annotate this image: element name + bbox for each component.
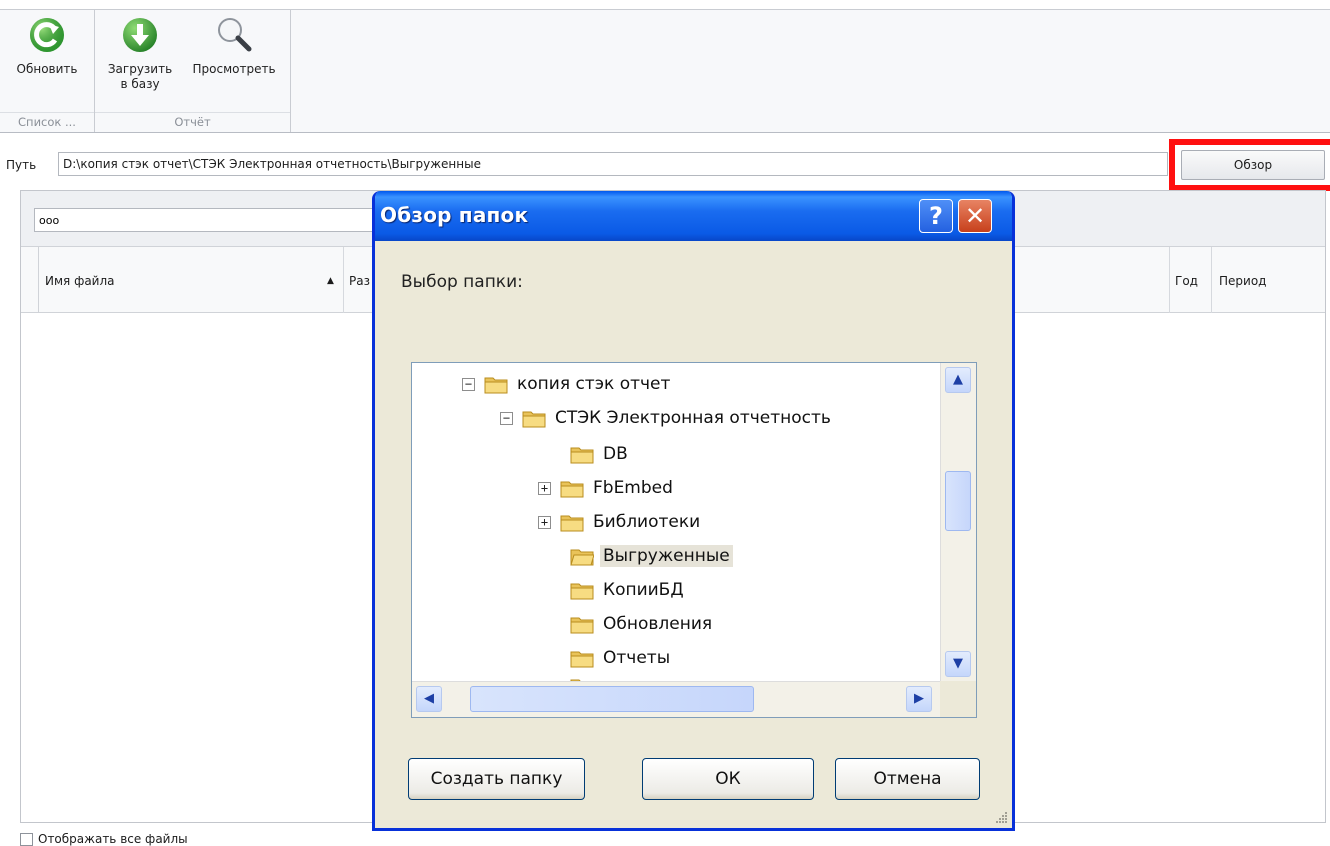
dialog-titlebar[interactable]: Обзор папок ? ✕ — [375, 191, 1012, 241]
close-icon: ✕ — [964, 202, 986, 230]
refresh-icon — [30, 18, 64, 52]
folder-icon — [570, 583, 594, 600]
horizontal-scroll-thumb[interactable] — [470, 686, 754, 712]
folder-icon — [522, 411, 546, 428]
vertical-scrollbar[interactable]: ▲ ▼ — [940, 363, 976, 681]
help-icon: ? — [929, 202, 943, 230]
ribbon-group-report: Загрузить в базу Просмотреть Отчёт — [95, 10, 291, 132]
tree-node[interactable]: − СТЭК Электронная отчетность — [500, 403, 834, 433]
expand-toggle[interactable]: + — [538, 515, 551, 529]
tree-node[interactable]: − копия стэк отчет — [462, 369, 673, 399]
tree-node[interactable]: + FbEmbed — [538, 473, 676, 503]
row-indicator-header — [21, 247, 39, 312]
tree-node[interactable]: DB — [570, 439, 631, 469]
new-folder-button[interactable]: Создать папку — [408, 758, 585, 800]
scroll-down-icon[interactable]: ▼ — [945, 651, 971, 677]
dialog-caption: Выбор папки: — [401, 272, 523, 292]
list-group-caption: Список ... — [0, 112, 94, 132]
column-size[interactable]: Раз — [349, 274, 370, 288]
resize-grip-icon[interactable] — [994, 810, 1008, 824]
show-all-label: Отображать все файлы — [38, 832, 188, 846]
scroll-corner — [940, 681, 976, 717]
view-button[interactable]: Просмотреть — [179, 16, 289, 77]
tree-node[interactable]: КопииБД — [570, 575, 687, 605]
ribbon-group-list: Обновить Список ... — [0, 10, 95, 132]
tree-node-partial — [570, 671, 600, 681]
tree-node[interactable]: Обновления — [570, 609, 715, 639]
column-separator — [1211, 247, 1212, 313]
folder-tree-viewport: − копия стэк отчет − СТЭК Электронная от… — [412, 363, 940, 681]
column-separator — [343, 247, 344, 313]
upload-to-db-button[interactable]: Загрузить в базу — [100, 16, 180, 92]
column-separator — [1169, 247, 1170, 313]
browse-folder-dialog: Обзор папок ? ✕ Выбор папки: − копия стэ… — [372, 191, 1015, 831]
folder-icon — [570, 617, 594, 634]
magnifier-icon — [218, 18, 252, 52]
tree-node[interactable]: Отчеты — [570, 643, 673, 673]
folder-icon — [570, 651, 594, 668]
folder-tree[interactable]: − копия стэк отчет − СТЭК Электронная от… — [411, 362, 977, 718]
scroll-right-icon[interactable]: ▶ — [906, 686, 932, 712]
horizontal-scrollbar[interactable]: ◀ ▶ — [412, 681, 940, 717]
scroll-left-icon[interactable]: ◀ — [416, 686, 442, 712]
path-input[interactable] — [58, 152, 1168, 176]
tree-node-label: Отчеты — [603, 648, 671, 668]
tree-node-label: копия стэк отчет — [517, 374, 671, 394]
tree-node-label: СТЭК Электронная отчетность — [555, 408, 831, 428]
column-year[interactable]: Год — [1175, 274, 1198, 288]
upload-label-line1: Загрузить — [107, 62, 173, 76]
tree-node-label: Библиотеки — [593, 512, 701, 532]
column-period[interactable]: Период — [1219, 274, 1266, 288]
tree-node-selected[interactable]: Выгруженные — [570, 541, 733, 571]
dialog-title: Обзор папок — [380, 203, 529, 227]
ok-button[interactable]: ОК — [642, 758, 814, 800]
folder-icon — [560, 515, 584, 532]
show-all-files-option[interactable]: Отображать все файлы — [20, 832, 188, 846]
tree-node-label: DB — [603, 444, 628, 464]
report-group-caption: Отчёт — [95, 112, 290, 132]
show-all-checkbox[interactable] — [20, 832, 33, 846]
collapse-toggle[interactable]: − — [500, 411, 513, 425]
tree-node-label: FbEmbed — [593, 478, 673, 498]
view-label: Просмотреть — [192, 62, 276, 76]
filter-input[interactable] — [34, 208, 374, 232]
tree-node-label: Выгруженные — [600, 545, 733, 567]
cancel-button[interactable]: Отмена — [835, 758, 980, 800]
sort-asc-icon: ▲ — [327, 276, 334, 286]
tree-node-label: КопииБД — [603, 580, 684, 600]
folder-open-icon — [570, 549, 594, 566]
upload-label-line2: в базу — [120, 77, 160, 91]
close-button[interactable]: ✕ — [958, 199, 992, 233]
refresh-button[interactable]: Обновить — [6, 16, 88, 77]
folder-icon — [560, 481, 584, 498]
ribbon-toolbar: Обновить Список ... Загрузить в базу Про… — [0, 9, 1330, 133]
folder-icon — [570, 447, 594, 464]
tree-node-label: Обновления — [603, 614, 713, 634]
folder-icon — [484, 377, 508, 394]
highlight-frame — [1169, 139, 1330, 191]
path-label: Путь — [6, 158, 37, 172]
scroll-up-icon[interactable]: ▲ — [945, 367, 971, 393]
vertical-scroll-thumb[interactable] — [945, 471, 971, 531]
download-icon — [123, 18, 157, 52]
collapse-toggle[interactable]: − — [462, 377, 475, 391]
column-filename[interactable]: Имя файла — [45, 274, 115, 288]
help-button[interactable]: ? — [919, 199, 953, 233]
expand-toggle[interactable]: + — [538, 481, 551, 495]
tree-node[interactable]: + Библиотеки — [538, 507, 703, 537]
refresh-label: Обновить — [16, 62, 78, 76]
